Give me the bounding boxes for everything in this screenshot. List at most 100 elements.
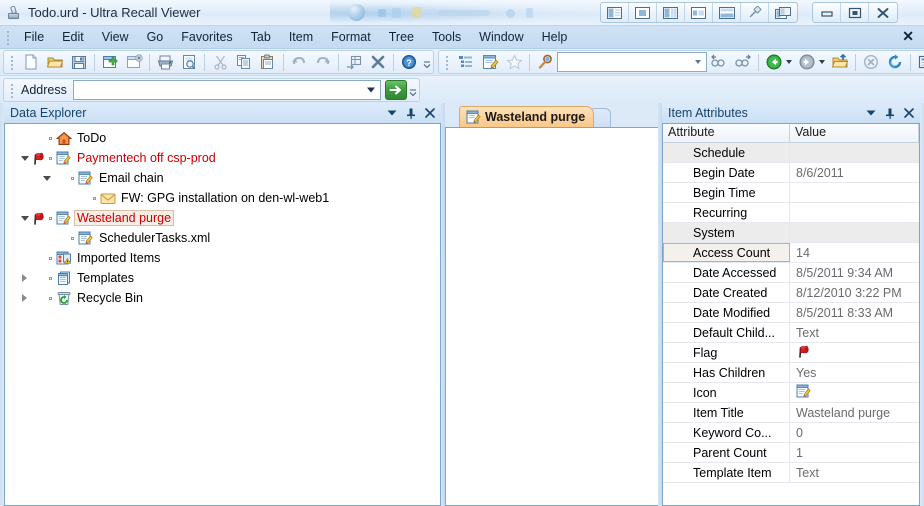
menu-go[interactable]: Go <box>138 27 173 47</box>
toolbar-grip[interactable] <box>443 54 451 70</box>
tree-collapse-icon[interactable] <box>41 173 52 184</box>
tree-item[interactable]: Recycle Bin <box>5 288 440 308</box>
attribute-value-cell[interactable]: 8/5/2011 8:33 AM <box>790 303 919 322</box>
layout-center-pane-icon[interactable] <box>629 3 657 22</box>
item-attributes-pin-icon[interactable] <box>885 108 895 119</box>
attribute-row[interactable]: Access Count 14 <box>663 243 919 263</box>
attribute-value-cell[interactable]: Yes <box>790 363 919 382</box>
favorite-star-icon[interactable] <box>502 51 526 73</box>
tree-item[interactable]: FW: GPG installation on den-wl-web1 <box>5 188 440 208</box>
tree-item[interactable]: Wasteland purge <box>5 208 440 228</box>
item-attributes-close-icon[interactable] <box>904 108 914 118</box>
attribute-value-cell[interactable]: Text <box>790 463 919 482</box>
tab-wasteland-purge[interactable]: Wasteland purge <box>459 106 595 127</box>
attribute-value-cell[interactable]: 14 <box>790 243 919 262</box>
insert-object-icon[interactable] <box>342 51 366 73</box>
search-dropdown-arrow[interactable] <box>695 60 701 64</box>
outline-view-icon[interactable] <box>454 51 478 73</box>
tree-item[interactable]: Paymentech off csp-prod <box>5 148 440 168</box>
tree-expand-icon[interactable] <box>19 293 30 304</box>
attribute-value-cell[interactable] <box>790 223 919 242</box>
menubar-grip[interactable] <box>4 29 12 45</box>
attribute-value-cell[interactable]: Text <box>790 323 919 342</box>
menu-help[interactable]: Help <box>533 27 577 47</box>
tree-expand-icon[interactable] <box>19 273 30 284</box>
menu-window[interactable]: Window <box>470 27 532 47</box>
menu-tree[interactable]: Tree <box>380 27 423 47</box>
print-preview-icon[interactable] <box>177 51 201 73</box>
attribute-row[interactable]: Item Title Wasteland purge <box>663 403 919 423</box>
restore-button[interactable] <box>841 3 869 22</box>
copy-icon[interactable] <box>232 51 256 73</box>
tree-item[interactable]: Templates <box>5 268 440 288</box>
help-icon[interactable]: ? <box>397 51 421 73</box>
attribute-row[interactable]: Date Accessed 8/5/2011 9:34 AM <box>663 263 919 283</box>
back-dropdown-icon[interactable] <box>786 60 792 64</box>
attribute-value-cell[interactable] <box>790 383 919 402</box>
attribute-row[interactable]: Default Child... Text <box>663 323 919 343</box>
menu-edit[interactable]: Edit <box>53 27 93 47</box>
forward-icon[interactable] <box>795 51 819 73</box>
search-input[interactable] <box>558 53 706 71</box>
attribute-value-cell[interactable]: 8/12/2010 3:22 PM <box>790 283 919 302</box>
data-explorer-pin-icon[interactable] <box>406 108 416 119</box>
document-content[interactable] <box>445 127 660 506</box>
open-folder-icon[interactable] <box>43 51 67 73</box>
data-explorer-close-icon[interactable] <box>425 108 435 118</box>
layout-split-pane-icon[interactable] <box>685 3 713 22</box>
attribute-value-cell[interactable]: 1 <box>790 443 919 462</box>
tree-item[interactable]: Email chain <box>5 168 440 188</box>
new-document-icon[interactable] <box>19 51 43 73</box>
attribute-row[interactable]: Icon <box>663 383 919 403</box>
close-button[interactable] <box>869 3 897 22</box>
print-icon[interactable] <box>153 51 177 73</box>
attribute-row[interactable]: Has Children Yes <box>663 363 919 383</box>
tree-collapse-icon[interactable] <box>19 153 30 164</box>
paste-icon[interactable] <box>256 51 280 73</box>
toolbar-grip[interactable] <box>8 54 16 70</box>
attribute-value-cell[interactable]: 8/6/2011 <box>790 163 919 182</box>
attribute-row[interactable]: System <box>663 223 919 243</box>
view-mode-icon[interactable] <box>914 51 924 73</box>
attribute-row[interactable]: Template Item Text <box>663 463 919 483</box>
minimize-button[interactable] <box>813 3 841 22</box>
menu-favorites[interactable]: Favorites <box>172 27 241 47</box>
go-up-folder-icon[interactable] <box>828 51 852 73</box>
attribute-value-cell[interactable] <box>790 183 919 202</box>
pin-layout-icon[interactable] <box>741 3 769 22</box>
go-arrow-button[interactable] <box>385 79 408 100</box>
find-previous-icon[interactable] <box>707 51 731 73</box>
menu-format[interactable]: Format <box>322 27 380 47</box>
toolbar-overflow-button[interactable] <box>421 51 432 73</box>
new-item-icon[interactable] <box>98 51 122 73</box>
attribute-value-cell[interactable] <box>790 343 919 362</box>
new-tab-button[interactable] <box>591 108 612 127</box>
tree-item[interactable]: SchedulerTasks.xml <box>5 228 440 248</box>
layout-overlay-icon[interactable] <box>769 3 797 22</box>
menu-tools[interactable]: Tools <box>423 27 470 47</box>
address-input[interactable] <box>73 80 381 99</box>
layout-left-pane-icon[interactable] <box>601 3 629 22</box>
undo-icon[interactable] <box>287 51 311 73</box>
menu-tab[interactable]: Tab <box>242 27 280 47</box>
attribute-row[interactable]: Date Created 8/12/2010 3:22 PM <box>663 283 919 303</box>
attribute-row[interactable]: Keyword Co... 0 <box>663 423 919 443</box>
close-document-button[interactable]: ✕ <box>902 29 914 43</box>
find-next-icon[interactable] <box>731 51 755 73</box>
column-header-attribute[interactable]: Attribute <box>663 124 790 142</box>
toolbar-grip[interactable] <box>8 81 16 98</box>
tree-item[interactable]: Imported Items <box>5 248 440 268</box>
attribute-row[interactable]: Recurring <box>663 203 919 223</box>
menu-view[interactable]: View <box>93 27 138 47</box>
close-item-icon[interactable] <box>122 51 146 73</box>
layout-horizontal-split-icon[interactable] <box>713 3 741 22</box>
attribute-row[interactable]: Flag <box>663 343 919 363</box>
tree-item[interactable]: ToDo <box>5 128 440 148</box>
attribute-row[interactable]: Begin Time <box>663 183 919 203</box>
layout-right-pane-icon[interactable] <box>657 3 685 22</box>
attribute-value-cell[interactable]: 8/5/2011 9:34 AM <box>790 263 919 282</box>
address-dropdown-arrow[interactable] <box>367 87 376 92</box>
search-magnifier-icon[interactable] <box>533 51 557 73</box>
toolbar-overflow-button[interactable] <box>407 79 418 101</box>
stop-icon[interactable] <box>859 51 883 73</box>
